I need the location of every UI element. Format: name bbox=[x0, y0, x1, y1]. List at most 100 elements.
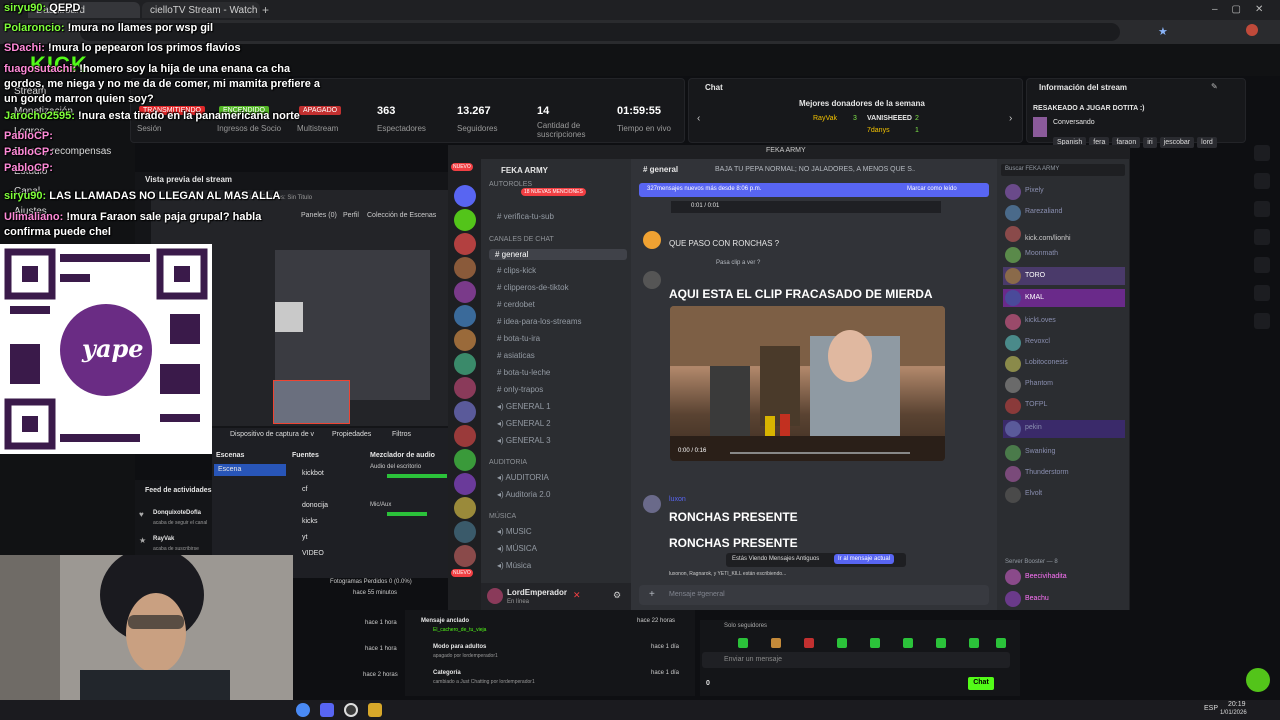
discord-taskbar-icon[interactable] bbox=[320, 703, 334, 717]
tag[interactable]: iri bbox=[1143, 137, 1157, 148]
voice-channel[interactable]: ◂) Auditoria 2.0 bbox=[497, 490, 550, 499]
obs-source[interactable]: cf bbox=[302, 482, 328, 498]
channel-item[interactable]: # bota-tu-leche bbox=[497, 368, 550, 377]
server-icon[interactable] bbox=[454, 281, 476, 303]
profile-avatar[interactable] bbox=[1246, 24, 1258, 36]
member-avatar[interactable] bbox=[1005, 314, 1021, 330]
rail-button[interactable] bbox=[1254, 173, 1270, 189]
server-icon[interactable] bbox=[454, 401, 476, 423]
voice-channel[interactable]: ◂) GENERAL 3 bbox=[497, 436, 551, 445]
member-name[interactable]: Thunderstorm bbox=[1025, 469, 1069, 476]
member-name[interactable]: kick.com/lionhi bbox=[1025, 235, 1071, 242]
rail-button[interactable] bbox=[1254, 285, 1270, 301]
server-icon[interactable] bbox=[454, 497, 476, 519]
member-name[interactable]: Beachu bbox=[1025, 595, 1049, 602]
member-avatar[interactable] bbox=[1005, 247, 1021, 263]
member-avatar[interactable] bbox=[1005, 487, 1021, 503]
member-avatar[interactable] bbox=[1005, 290, 1021, 306]
member-name[interactable]: Beecivihadita bbox=[1025, 573, 1067, 580]
obs-source[interactable]: kicks bbox=[302, 514, 328, 530]
member-avatar[interactable] bbox=[1005, 466, 1021, 482]
member-name[interactable]: Rarezaliand bbox=[1025, 208, 1062, 215]
member-name[interactable]: TORO bbox=[1025, 272, 1045, 279]
member-name[interactable]: Elvolt bbox=[1025, 490, 1042, 497]
member-avatar[interactable] bbox=[1005, 205, 1021, 221]
obs-filters-button[interactable]: Filtros bbox=[392, 431, 411, 438]
reply-preview[interactable]: Pasa clip a ver ? bbox=[716, 260, 760, 266]
video-seekbar[interactable] bbox=[730, 452, 910, 454]
voice-channel[interactable]: ◂) MÚSICA bbox=[497, 544, 537, 553]
avatar[interactable] bbox=[643, 271, 661, 289]
bookmark-star-icon[interactable]: ★ bbox=[1158, 25, 1168, 38]
mark-read-button[interactable]: Marcar como leído bbox=[907, 186, 957, 192]
server-icon[interactable] bbox=[454, 449, 476, 471]
member-name[interactable]: Swanking bbox=[1025, 448, 1055, 455]
mentions-badge[interactable]: 18 NUEVAS MENCIONES bbox=[521, 188, 586, 196]
language-indicator[interactable]: ESP bbox=[1204, 705, 1218, 712]
next-arrow-icon[interactable]: › bbox=[1009, 113, 1012, 124]
member-name[interactable]: kickLoves bbox=[1025, 317, 1056, 324]
server-icon[interactable] bbox=[454, 233, 476, 255]
channel-item[interactable]: # clipperos-de-tiktok bbox=[497, 283, 569, 292]
server-icon[interactable] bbox=[454, 377, 476, 399]
avatar[interactable] bbox=[487, 588, 503, 604]
jump-to-present-button[interactable]: Ir al mensaje actual bbox=[834, 554, 895, 564]
obs-source[interactable]: kickbot bbox=[302, 466, 328, 482]
clock-date[interactable]: 1/01/2026 bbox=[1220, 710, 1247, 716]
avatar[interactable] bbox=[643, 231, 661, 249]
member-name[interactable]: pekin bbox=[1025, 424, 1042, 431]
channel-category[interactable]: MÚSICA bbox=[489, 513, 516, 520]
channel-item[interactable]: # cerdobet bbox=[497, 300, 535, 309]
obs-taskbar-icon[interactable] bbox=[344, 703, 358, 717]
member-avatar[interactable] bbox=[1005, 356, 1021, 372]
chat-input[interactable]: Enviar un mensaje bbox=[702, 652, 1010, 668]
mute-icon[interactable]: ✕ bbox=[573, 590, 581, 601]
server-icon[interactable] bbox=[454, 353, 476, 375]
server-icon[interactable] bbox=[454, 545, 476, 567]
help-button[interactable] bbox=[1246, 668, 1270, 692]
server-icon[interactable] bbox=[454, 185, 476, 207]
voice-channel[interactable]: ◂) GENERAL 1 bbox=[497, 402, 551, 411]
stream-category[interactable]: Conversando bbox=[1053, 119, 1095, 126]
server-icon[interactable] bbox=[454, 209, 476, 231]
server-icon[interactable] bbox=[454, 473, 476, 495]
window-controls[interactable]: –▢✕ bbox=[1212, 4, 1277, 15]
member-name[interactable]: Revoxcl bbox=[1025, 338, 1050, 345]
server-icon[interactable] bbox=[454, 521, 476, 543]
obs-properties-button[interactable]: Propiedades bbox=[332, 431, 371, 438]
member-avatar[interactable] bbox=[1005, 421, 1021, 437]
channel-category[interactable]: CANALES DE CHAT bbox=[489, 236, 554, 243]
server-name[interactable]: FEKA ARMY bbox=[501, 166, 548, 175]
tag[interactable]: lord bbox=[1197, 137, 1217, 148]
member-name[interactable]: KMAL bbox=[1025, 294, 1044, 301]
obs-source[interactable]: yt bbox=[302, 530, 328, 546]
member-avatar[interactable] bbox=[1005, 226, 1021, 242]
avatar[interactable] bbox=[643, 495, 661, 513]
voice-channel[interactable]: ◂) AUDITORIA bbox=[497, 473, 549, 482]
member-avatar[interactable] bbox=[1005, 569, 1021, 585]
address-bar[interactable] bbox=[80, 23, 1120, 41]
obs-source[interactable]: VIDEO bbox=[302, 546, 328, 562]
chrome-icon[interactable] bbox=[296, 703, 310, 717]
obs-source[interactable]: donocija bbox=[302, 498, 328, 514]
edit-icon[interactable]: ✎ bbox=[1211, 82, 1218, 91]
rail-button[interactable] bbox=[1254, 257, 1270, 273]
message-composer[interactable]: + Mensaje #general bbox=[639, 585, 989, 605]
gear-icon[interactable]: ⚙ bbox=[613, 590, 621, 601]
member-name[interactable]: TOFPL bbox=[1025, 401, 1047, 408]
chat-send-button[interactable]: Chat bbox=[968, 677, 994, 690]
new-tab-button[interactable]: + bbox=[262, 3, 269, 17]
server-icon[interactable] bbox=[454, 425, 476, 447]
folder-icon[interactable] bbox=[368, 703, 382, 717]
channel-category[interactable]: AUTOROLES bbox=[489, 181, 532, 188]
channel-item[interactable]: # asiaticas bbox=[497, 351, 535, 360]
voice-channel[interactable]: ◂) Música bbox=[497, 561, 531, 570]
clock-time[interactable]: 20:19 bbox=[1228, 701, 1246, 708]
channel-item[interactable]: # bota-tu-ira bbox=[497, 334, 540, 343]
member-avatar[interactable] bbox=[1005, 398, 1021, 414]
member-avatar[interactable] bbox=[1005, 335, 1021, 351]
voice-channel[interactable]: ◂) MUSIC bbox=[497, 527, 532, 536]
member-avatar[interactable] bbox=[1005, 268, 1021, 284]
member-name[interactable]: Lobitoconesis bbox=[1025, 359, 1068, 366]
server-icon[interactable] bbox=[454, 329, 476, 351]
